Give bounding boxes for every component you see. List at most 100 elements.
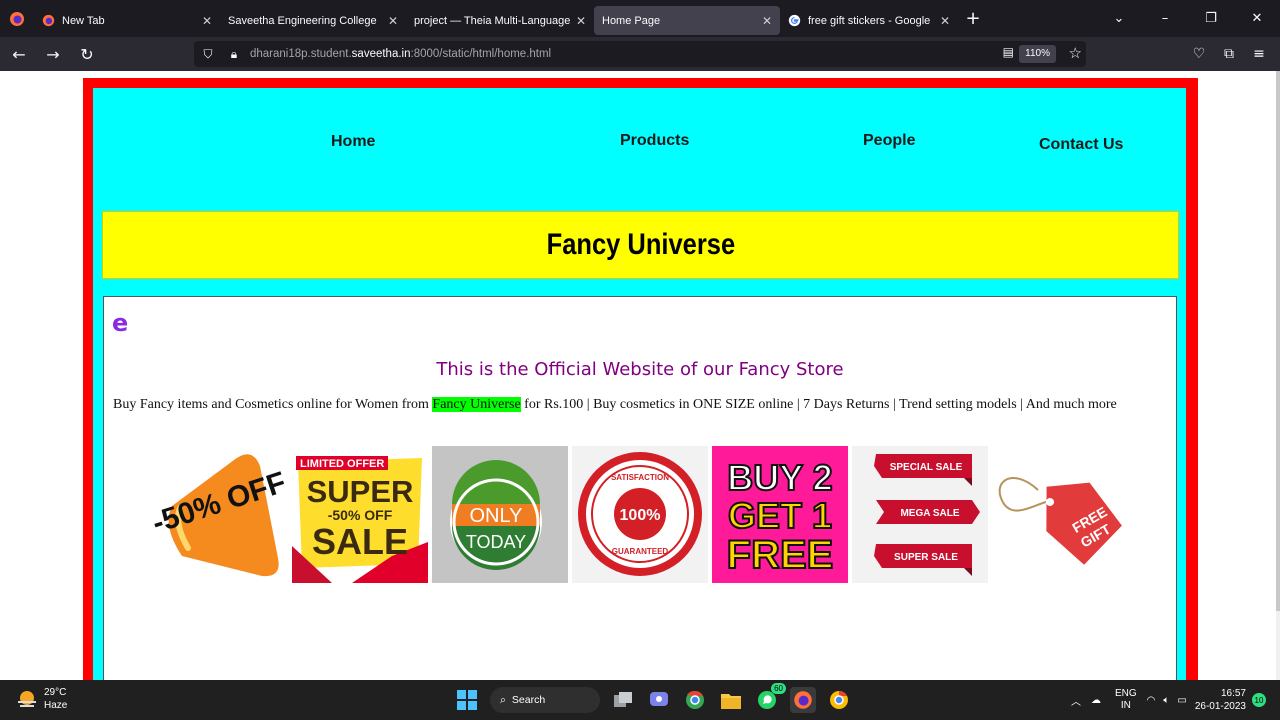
discount-triangle-icon: -50% OFF [152,454,288,577]
onedrive-icon[interactable]: ☁ [1091,695,1101,706]
navigation-toolbar: ← → ↻ ⛉ 🔒︎ dharani18p.student.saveetha.i… [0,37,1280,71]
sticker-super-sale: LIMITED OFFER SUPER -50% OFF SALE [292,446,428,583]
tab-label: project — Theia Multi-Language Ex [414,14,570,27]
windows-taskbar: 29°C Haze ⌕ Search 60 ︿ ☁ ENG IN ◠ 🔈︎ ▭ … [0,680,1280,720]
sticker-text: 100% [620,507,661,524]
clock-time: 16:57 [1220,688,1246,699]
lock-icon[interactable]: 🔒︎ [222,47,246,62]
sticker-text: GUARANTEED [612,547,669,556]
file-explorer-icon[interactable] [718,687,744,713]
taskbar-search[interactable]: ⌕ Search [490,687,600,713]
firefox-view-button[interactable] [0,0,34,37]
only-today-badge-icon: ONLY TODAY [450,460,542,570]
sticker-gallery: -50% OFF LIMITED OFFER SUPER -50% OFF SA… [152,446,1128,583]
url-text[interactable]: dharani18p.student.saveetha.in:8000/stat… [250,48,551,60]
tab-saveetha[interactable]: Saveetha Engineering College ✕ [220,6,406,35]
show-hidden-icons-chevron-icon[interactable]: ︿ [1071,693,1081,708]
chrome-dev-icon[interactable] [826,687,852,713]
close-tab-icon[interactable]: ✕ [202,14,212,28]
desc-highlight: Fancy Universe [432,397,521,412]
sticker-text: LIMITED OFFER [300,458,384,470]
minimize-icon[interactable]: – [1142,11,1188,26]
tab-google-search[interactable]: free gift stickers - Google Searc ✕ [780,6,958,35]
site-menu: Home Products People Contact Us [93,88,1186,208]
notification-count-badge[interactable]: 10 [1252,693,1266,707]
sticker-only-today: ONLY TODAY [432,446,568,583]
close-tab-icon[interactable]: ✕ [762,14,772,28]
menu-link-home[interactable]: Home [331,133,375,151]
reload-icon[interactable]: ↻ [72,39,102,69]
scrolling-marquee-text: e [112,309,129,337]
page-body: Home Products People Contact Us Fancy Un… [93,88,1186,680]
volume-icon[interactable]: 🔈︎ [1163,695,1169,706]
sticker-text: SALE [312,521,408,562]
back-arrow-icon[interactable]: ← [4,39,34,69]
page-scrollbar[interactable] [1276,71,1280,680]
weather-temperature: 29°C [44,687,67,698]
system-tray: ︿ ☁ ENG IN ◠ 🔈︎ ▭ 16:57 26-01-2023 10 [1071,680,1266,720]
super-sale-badge-icon: LIMITED OFFER SUPER -50% OFF SALE [292,446,428,583]
menu-link-people[interactable]: People [863,132,915,150]
close-tab-icon[interactable]: ✕ [388,14,398,28]
url-suffix: :8000/static/html/home.html [410,48,552,60]
tab-new-tab[interactable]: New Tab ✕ [34,6,220,35]
sticker-sale-ribbons: SPECIAL SALE MEGA SALE SUPER SALE [852,446,988,583]
scrollbar-thumb[interactable] [1276,71,1280,611]
new-tab-button[interactable]: + [958,8,988,29]
zoom-indicator[interactable]: 110% [1019,45,1056,63]
sticker-text: MEGA SALE [900,508,959,519]
close-tab-icon[interactable]: ✕ [576,14,586,28]
firefox-taskbar-icon[interactable] [790,687,816,713]
url-prefix: dharani18p.student. [250,48,352,60]
chrome-icon[interactable] [682,687,708,713]
tab-strip: New Tab ✕ Saveetha Engineering College ✕… [0,0,1280,37]
subtitle-heading: This is the Official Website of our Fanc… [436,359,844,380]
tab-label: free gift stickers - Google Searc [808,14,934,27]
sticker-text: SATISFACTION [611,473,669,482]
description-paragraph: Buy Fancy items and Cosmetics online for… [113,397,1173,413]
sticker-text: FREE [727,533,834,577]
extensions-icon[interactable]: ⧉ [1214,46,1244,62]
buy-two-get-one-icon: BUY 2 GET 1 FREE [726,456,835,578]
task-view-icon[interactable] [610,687,636,713]
menu-link-contact-us[interactable]: Contact Us [1039,136,1123,154]
reader-view-icon[interactable]: ▤ [1003,45,1014,59]
site-title: Fancy Universe [546,228,735,261]
page-viewport: Home Products People Contact Us Fancy Un… [0,71,1280,680]
sale-ribbons-icon: SPECIAL SALE MEGA SALE SUPER SALE [874,454,980,576]
weather-condition: Haze [44,700,68,711]
system-clock[interactable]: 16:57 26-01-2023 [1195,687,1246,713]
menu-link-products[interactable]: Products [620,132,689,150]
close-tab-icon[interactable]: ✕ [940,14,950,28]
address-bar[interactable]: ⛉ 🔒︎ dharani18p.student.saveetha.in:8000… [194,41,1086,67]
list-all-tabs-icon[interactable]: ⌄ [1096,11,1142,26]
taskbar-apps: ⌕ Search 60 [454,683,852,716]
battery-icon[interactable]: ▭ [1177,695,1186,706]
wifi-icon[interactable]: ◠ [1147,695,1156,706]
input-language[interactable]: ENG IN [1115,688,1137,712]
sticker-free-gift: FREE GIFT [992,446,1128,583]
restore-icon[interactable]: ❐ [1188,11,1234,26]
windows-start-icon[interactable] [454,687,480,713]
close-window-icon[interactable]: ✕ [1234,11,1280,26]
gift-tag-icon: FREE GIFT [998,477,1122,565]
weather-widget[interactable]: 29°C Haze [16,686,67,712]
whatsapp-icon[interactable]: 60 [754,683,786,713]
shield-icon[interactable]: ⛉ [196,47,220,62]
tab-label: Saveetha Engineering College [228,14,377,27]
desc-text-before: Buy Fancy items and Cosmetics online for… [113,397,433,412]
tab-project-theia[interactable]: project — Theia Multi-Language Ex ✕ [406,6,594,35]
tab-home-page[interactable]: Home Page ✕ [594,6,780,35]
satisfaction-seal-icon: 100% SATISFACTION GUARANTEED [578,452,702,576]
google-icon [788,14,801,27]
pocket-icon[interactable]: ♡ [1184,46,1214,62]
teams-chat-icon[interactable] [646,687,672,713]
search-icon: ⌕ [500,693,506,706]
sticker-text: ONLY [470,505,523,527]
menu-hamburger-icon[interactable]: ≡ [1244,46,1274,62]
bookmark-star-icon[interactable]: ☆ [1069,44,1082,62]
sticker-buy2-get1: BUY 2 GET 1 FREE [712,446,848,583]
forward-arrow-icon[interactable]: → [38,39,68,69]
title-banner: Fancy Universe [102,211,1179,279]
whatsapp-badge: 60 [771,683,786,694]
